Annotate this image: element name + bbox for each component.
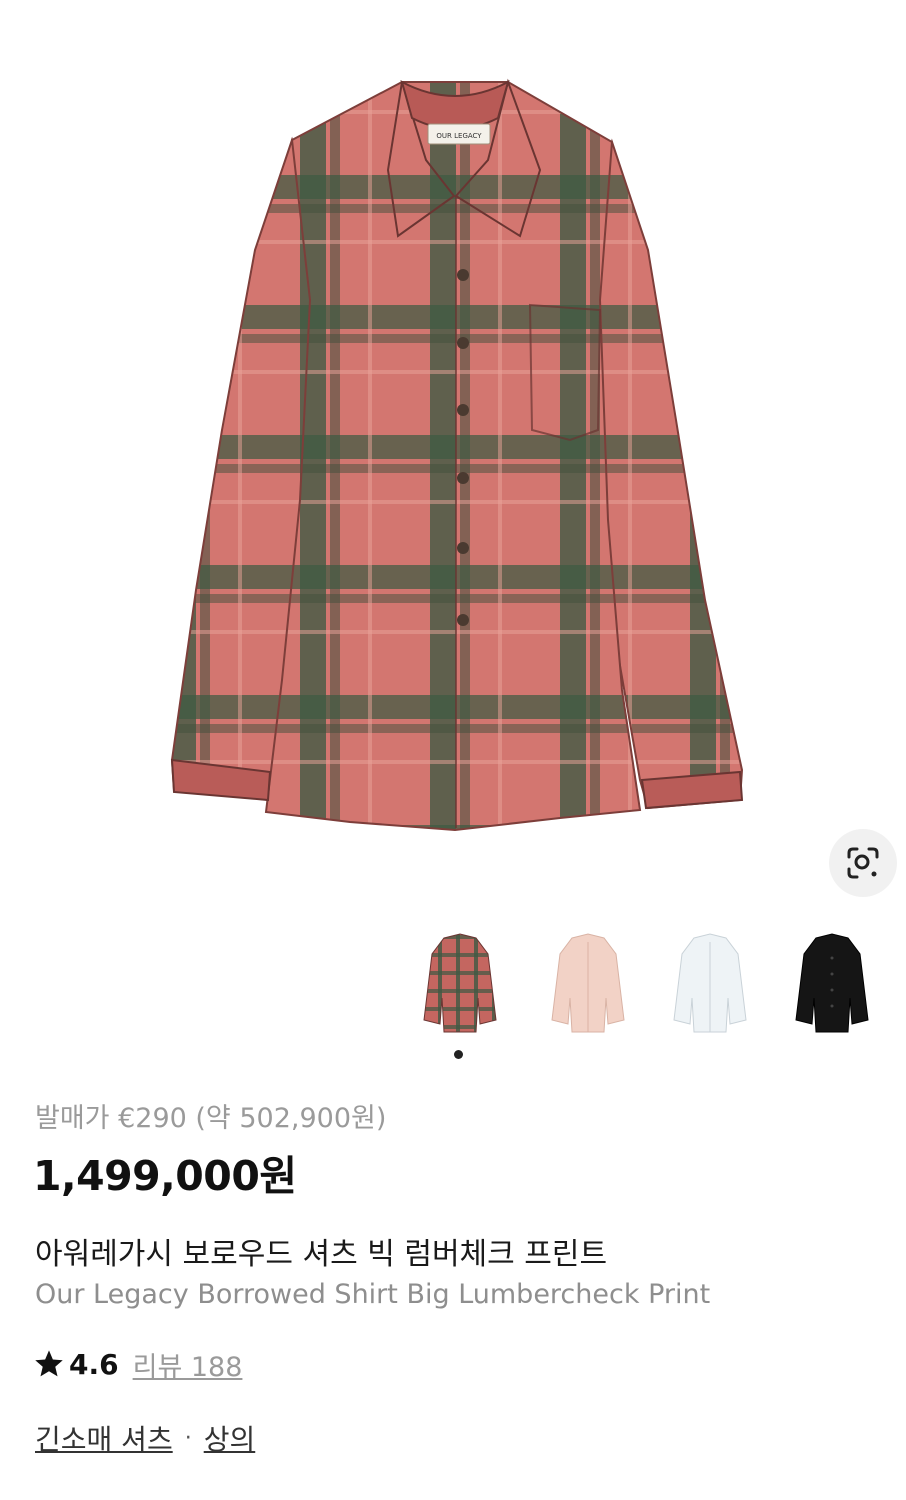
product-name-english: Our Legacy Borrowed Shirt Big Lumberchec…	[35, 1279, 711, 1310]
visual-search-icon	[847, 847, 879, 879]
color-thumbnails	[414, 928, 894, 1040]
category-breadcrumb: 긴소매 셔츠 · 상의	[35, 1418, 255, 1458]
category-link-tops[interactable]: 상의	[204, 1418, 256, 1458]
shirt-thumbnail-black	[795, 933, 869, 1033]
brand-label-text: OUR LEGACY	[436, 132, 482, 140]
rating-row: 4.6 리뷰 188	[33, 1344, 242, 1384]
retail-price: 발매가 €290 (약 502,900원)	[35, 1103, 387, 1134]
category-separator: ·	[184, 1425, 192, 1451]
review-count-link[interactable]: 리뷰 188	[133, 1345, 243, 1384]
star-icon	[35, 1350, 63, 1377]
category-link-long-sleeve-shirt[interactable]: 긴소매 셔츠	[35, 1418, 173, 1458]
plaid-shirt-image: OUR LEGACY	[170, 78, 744, 832]
thumbnail-pink[interactable]	[542, 928, 634, 1040]
selected-thumbnail-indicator	[454, 1050, 463, 1059]
shirt-thumbnail-white	[673, 933, 747, 1033]
shirt-thumbnail-red	[423, 933, 497, 1033]
thumbnail-black[interactable]	[786, 928, 878, 1040]
shirt-thumbnail-pink	[551, 933, 625, 1033]
thumbnail-white[interactable]	[664, 928, 756, 1040]
product-main-image[interactable]: OUR LEGACY	[0, 0, 906, 905]
rating-value: 4.6	[69, 1347, 119, 1381]
product-name-korean: 아워레가시 보로우드 셔츠 빅 럼버체크 프린트	[35, 1237, 608, 1272]
product-price: 1,499,000원	[33, 1152, 297, 1200]
visual-search-button[interactable]	[829, 829, 897, 897]
thumbnail-red-check[interactable]	[414, 928, 506, 1040]
